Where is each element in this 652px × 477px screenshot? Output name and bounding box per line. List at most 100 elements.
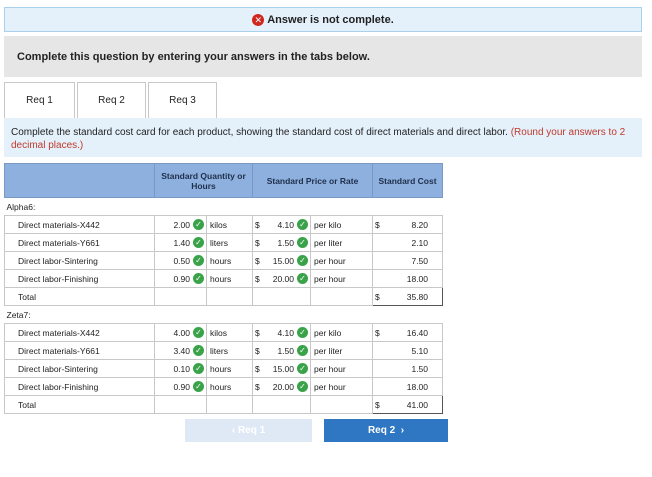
unit-input[interactable]: liters — [206, 233, 253, 252]
qty-input[interactable]: 4.00 ✓ — [154, 323, 207, 342]
check-icon: ✓ — [297, 327, 308, 338]
cost-value: 2.10 — [411, 237, 429, 248]
cost-value: 16.40 — [406, 327, 429, 338]
table-row: Direct labor-Sintering 0.50 ✓ hours $15.0… — [4, 251, 444, 270]
price-input[interactable]: $20.00 ✓ — [252, 377, 311, 396]
tab-req-2[interactable]: Req 2 — [77, 82, 146, 119]
rate-unit-input[interactable]: per hour — [309, 359, 374, 378]
price-input[interactable]: $1.50 ✓ — [252, 233, 311, 252]
rate-unit-input[interactable]: per hour — [309, 377, 374, 396]
rate-unit-input[interactable]: per hour — [309, 251, 374, 270]
price-input[interactable]: $15.00 ✓ — [252, 251, 311, 270]
section-row: Alpha6: — [4, 197, 443, 216]
row-label: Direct labor-Finishing — [4, 377, 155, 396]
check-icon: ✓ — [297, 273, 308, 284]
qty-input[interactable]: 3.40 ✓ — [154, 341, 207, 360]
unit-input[interactable]: kilos — [206, 215, 253, 234]
total-cost-input[interactable]: $35.80 — [372, 287, 444, 306]
qty-input[interactable]: 1.40 ✓ — [154, 233, 207, 252]
rate-unit-input[interactable]: per hour — [309, 269, 374, 288]
instructions-text: Complete the standard cost card for each… — [11, 127, 508, 138]
cost-input[interactable]: 18.00 — [372, 377, 444, 396]
rate-unit-input[interactable]: per kilo — [309, 323, 374, 342]
currency-symbol: $ — [255, 381, 260, 392]
cost-input[interactable]: 7.50 — [372, 251, 444, 270]
total-label: Total — [4, 287, 155, 306]
currency-symbol: $ — [255, 345, 260, 356]
tab-req-3[interactable]: Req 3 — [148, 82, 217, 119]
qty-input[interactable]: 0.90 ✓ — [154, 377, 207, 396]
rate-unit-input[interactable]: per liter — [309, 233, 374, 252]
qty-input[interactable]: 0.50 ✓ — [154, 251, 207, 270]
table-row: Direct materials-Y661 1.40 ✓ liters $1.50… — [4, 233, 444, 252]
cost-input[interactable]: 5.10 — [372, 341, 444, 360]
check-icon: ✓ — [297, 363, 308, 374]
currency-symbol: $ — [255, 219, 260, 230]
currency-symbol: $ — [255, 273, 260, 284]
cost-input[interactable]: $8.20 — [372, 215, 444, 234]
rate-unit-input[interactable]: per liter — [309, 341, 374, 360]
price-input[interactable]: $1.50 ✓ — [252, 341, 311, 360]
unit-input[interactable]: hours — [206, 359, 253, 378]
table-row: Direct materials-X442 2.00 ✓ kilos $4.10 ✓… — [4, 215, 444, 234]
unit-input[interactable]: hours — [206, 251, 253, 270]
answer-status-text: Answer is not complete. — [267, 13, 394, 26]
unit-input[interactable]: liters — [206, 341, 253, 360]
empty-cell — [252, 395, 311, 414]
total-row: Total $41.00 — [4, 395, 444, 414]
question-prompt: Complete this question by entering your … — [4, 36, 642, 77]
total-cost-value: 35.80 — [406, 291, 429, 302]
currency-symbol: $ — [255, 363, 260, 374]
section-label: Zeta7: — [4, 305, 443, 324]
price-input[interactable]: $20.00 ✓ — [252, 269, 311, 288]
qty-value: 0.90 — [173, 381, 190, 392]
error-x-icon: ✕ — [252, 13, 265, 26]
unit-input[interactable]: hours — [206, 377, 253, 396]
qty-value: 0.90 — [173, 273, 190, 284]
price-value: 4.10 — [277, 219, 294, 230]
price-value: 15.00 — [272, 363, 294, 374]
next-button[interactable]: Req 2 › — [324, 419, 448, 442]
check-icon: ✓ — [193, 219, 204, 230]
qty-input[interactable]: 0.10 ✓ — [154, 359, 207, 378]
empty-cell — [206, 395, 253, 414]
cost-input[interactable]: 18.00 — [372, 269, 444, 288]
cost-input[interactable]: 1.50 — [372, 359, 444, 378]
price-input[interactable]: $4.10 ✓ — [252, 215, 311, 234]
table-row: Direct labor-Finishing 0.90 ✓ hours $20.0… — [4, 377, 444, 396]
empty-cell — [309, 395, 374, 414]
qty-value: 4.00 — [173, 327, 190, 338]
table-row: Direct materials-Y661 3.40 ✓ liters $1.50… — [4, 341, 444, 360]
cost-value: 18.00 — [406, 381, 429, 392]
empty-cell — [154, 395, 207, 414]
cost-input[interactable]: $16.40 — [372, 323, 444, 342]
qty-input[interactable]: 2.00 ✓ — [154, 215, 207, 234]
currency-symbol: $ — [255, 237, 260, 248]
standard-cost-table: Standard Quantity or Hours Standard Pric… — [4, 163, 444, 414]
total-cost-input[interactable]: $41.00 — [372, 395, 444, 414]
price-input[interactable]: $4.10 ✓ — [252, 323, 311, 342]
unit-input[interactable]: kilos — [206, 323, 253, 342]
total-cost-value: 41.00 — [406, 399, 429, 410]
price-value: 4.10 — [277, 327, 294, 338]
cost-input[interactable]: 2.10 — [372, 233, 444, 252]
price-input[interactable]: $15.00 ✓ — [252, 359, 311, 378]
unit-input[interactable]: hours — [206, 269, 253, 288]
check-icon: ✓ — [297, 345, 308, 356]
row-label: Direct labor-Sintering — [4, 251, 155, 270]
prev-button[interactable]: ‹ Req 1 — [185, 419, 312, 442]
currency-symbol: $ — [255, 255, 260, 266]
cost-value: 8.20 — [411, 219, 429, 230]
qty-value: 2.00 — [173, 219, 190, 230]
check-icon: ✓ — [193, 345, 204, 356]
answer-status-banner: ✕ Answer is not complete. — [4, 7, 642, 32]
req-tabs: Req 1 Req 2 Req 3 — [4, 82, 219, 119]
cost-value: 5.10 — [411, 345, 429, 356]
tab-req-1[interactable]: Req 1 — [4, 82, 75, 119]
table-row: Direct labor-Sintering 0.10 ✓ hours $15.0… — [4, 359, 444, 378]
check-icon: ✓ — [297, 381, 308, 392]
header-price: Standard Price or Rate — [251, 163, 374, 198]
rate-unit-input[interactable]: per kilo — [309, 215, 374, 234]
qty-input[interactable]: 0.90 ✓ — [154, 269, 207, 288]
price-value: 20.00 — [272, 273, 294, 284]
